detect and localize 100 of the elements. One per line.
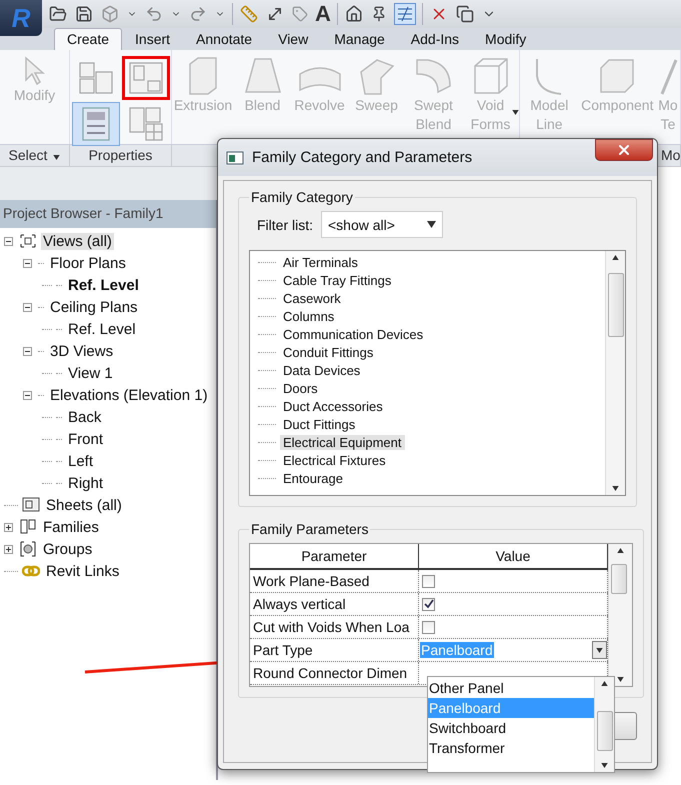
category-item[interactable]: Data Devices (280, 362, 364, 378)
panel-title[interactable]: Select (8, 147, 48, 163)
dropdown-option[interactable]: Transformer (428, 738, 594, 758)
table-cell: Always vertical (250, 593, 419, 615)
properties-icon (80, 106, 110, 142)
table-cell: Part Type (250, 639, 419, 661)
link-icon (22, 565, 40, 577)
scroll-thumb[interactable] (611, 564, 627, 594)
caret-icon[interactable] (53, 155, 60, 160)
switch-windows-icon[interactable] (454, 4, 475, 24)
filter-dropdown[interactable]: <show all> (321, 211, 443, 238)
category-item[interactable]: Doors (280, 380, 321, 396)
cursor-icon (22, 56, 46, 86)
collapse-icon[interactable] (4, 236, 13, 246)
caret-icon[interactable] (596, 648, 603, 652)
ribbon-tab[interactable]: View (265, 28, 322, 50)
checkbox[interactable] (422, 620, 435, 634)
tree-item[interactable]: Right (66, 474, 106, 492)
category-item[interactable]: Columns (280, 308, 338, 324)
tree-item[interactable]: Revit Links (44, 562, 122, 580)
table-cell: Cut with Voids When Loa (250, 616, 419, 638)
tree-item[interactable]: View 1 (66, 364, 115, 382)
families-icon (19, 519, 37, 535)
family-types-icon (78, 60, 114, 96)
save-icon[interactable] (74, 4, 94, 24)
expand-icon[interactable] (4, 544, 13, 554)
scrollbar[interactable] (605, 251, 625, 495)
close-icon (616, 142, 632, 158)
ribbon-tab[interactable]: Manage (321, 28, 398, 50)
dropdown-option[interactable]: Other Panel (428, 678, 594, 698)
sheet-icon (22, 497, 40, 513)
caret-icon[interactable] (427, 221, 436, 228)
group-title: Family Parameters (250, 521, 370, 537)
field-label: Filter list: (257, 216, 313, 232)
frustum-icon (242, 56, 282, 96)
tree-item[interactable]: Families (41, 518, 101, 536)
scroll-thumb[interactable] (597, 711, 613, 751)
collapse-icon[interactable] (23, 302, 32, 312)
thin-lines-icon[interactable] (394, 3, 416, 25)
tree-item[interactable]: Ref. Level (66, 276, 141, 294)
tree-item[interactable]: Left (66, 452, 96, 470)
category-icon (128, 61, 164, 95)
tree-item[interactable]: Floor Plans (48, 254, 128, 272)
close-button[interactable] (595, 139, 653, 161)
table-cell: Work Plane-Based (250, 570, 419, 592)
window-icon (226, 150, 244, 164)
tree-item[interactable]: Ref. Level (66, 320, 138, 338)
scroll-up-icon[interactable] (617, 548, 624, 553)
ribbon-small-button[interactable] (122, 56, 170, 100)
tree-item[interactable]: Elevations (Elevation 1) (48, 386, 210, 404)
grid-icon (128, 106, 164, 142)
group-title: Family Category (250, 189, 354, 205)
collapse-icon[interactable] (23, 390, 32, 400)
scrollbar[interactable] (594, 677, 614, 772)
scroll-up-icon[interactable] (601, 681, 608, 686)
category-item[interactable]: Air Terminals (280, 254, 361, 270)
tree-item[interactable]: Front (66, 430, 106, 448)
category-item[interactable]: Electrical Fixtures (280, 452, 389, 468)
ribbon-tab[interactable]: Add-Ins (398, 28, 472, 50)
scroll-up-icon[interactable] (612, 255, 619, 260)
group-icon (19, 541, 37, 557)
dropdown-option[interactable]: Switchboard (428, 718, 594, 738)
category-item[interactable]: Duct Accessories (280, 398, 386, 414)
category-item[interactable]: Entourage (280, 470, 346, 486)
column-header: Parameter (250, 544, 419, 568)
category-item[interactable]: Casework (280, 290, 344, 306)
category-item[interactable]: Electrical Equipment (280, 434, 404, 450)
category-item[interactable]: Duct Fittings (280, 416, 358, 432)
category-item[interactable]: Communication Devices (280, 326, 426, 342)
tree-item[interactable]: Groups (41, 540, 94, 558)
tree-item[interactable]: Sheets (all) (44, 496, 124, 514)
scroll-down-icon[interactable] (617, 677, 624, 682)
collapse-icon[interactable] (23, 346, 32, 356)
panel-title[interactable]: Properties (88, 147, 152, 163)
scrollbar[interactable] (608, 544, 632, 686)
scroll-thumb[interactable] (608, 273, 624, 337)
collapse-icon[interactable] (23, 258, 32, 268)
ribbon-small-button[interactable] (72, 102, 120, 146)
checkbox[interactable] (422, 574, 435, 588)
house-icon[interactable] (344, 4, 364, 24)
ribbon-tab[interactable]: Annotate (183, 28, 266, 50)
category-item[interactable]: Cable Tray Fittings (280, 272, 394, 288)
text-tool[interactable]: A (315, 1, 331, 27)
ribbon-tab[interactable]: Modify (472, 28, 540, 50)
scroll-down-icon[interactable] (612, 486, 619, 491)
ribbon-tab[interactable]: Insert (122, 28, 184, 50)
caret-icon[interactable] (512, 110, 519, 115)
tree-item[interactable]: Back (66, 408, 104, 426)
views-icon (19, 233, 37, 249)
panel-title[interactable]: Mo (661, 147, 680, 163)
category-item[interactable]: Conduit Fittings (280, 344, 376, 360)
checkbox[interactable] (422, 598, 435, 610)
tree-item[interactable]: 3D Views (48, 342, 116, 360)
dialog-title: Family Category and Parameters (252, 149, 472, 166)
expand-icon[interactable] (4, 522, 13, 532)
ribbon-tab[interactable]: Create (54, 28, 122, 50)
panel-header: Project Browser - Family1 (0, 200, 216, 228)
table-cell: Round Connector Dimen (250, 662, 419, 684)
tree-item[interactable]: Ceiling Plans (48, 298, 140, 316)
tree-item[interactable]: Views (all) (41, 232, 114, 250)
